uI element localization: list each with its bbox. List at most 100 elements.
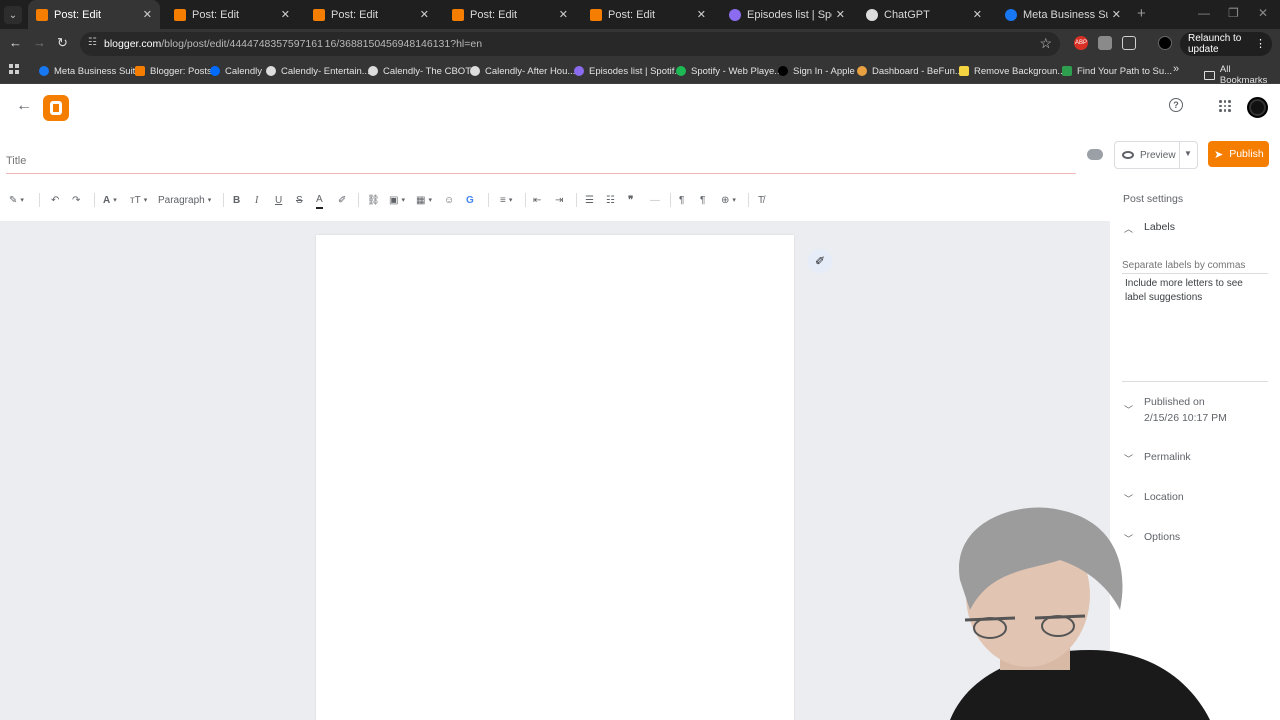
- bookmark-calendly-entertain[interactable]: Calendly- Entertain...: [266, 64, 370, 78]
- meta-favicon-icon: [1005, 8, 1017, 21]
- font-size-icon[interactable]: тT ▾: [130, 191, 147, 209]
- permalink-section-toggle[interactable]: ﹀ Permalink: [1124, 451, 1270, 465]
- emoji-icon[interactable]: ☺: [444, 191, 454, 209]
- published-on-label: Published on: [1144, 396, 1205, 408]
- reload-icon[interactable]: ↻: [57, 35, 68, 51]
- publish-button[interactable]: ➤ Publish: [1208, 141, 1269, 167]
- horizontal-rule-icon[interactable]: —: [650, 191, 660, 209]
- quote-icon[interactable]: ❞: [628, 191, 633, 209]
- compose-mode-icon[interactable]: ✎ ▾: [9, 191, 24, 209]
- new-tab-plus-icon[interactable]: +: [1137, 5, 1146, 22]
- close-icon[interactable]: ✕: [973, 8, 982, 21]
- back-icon[interactable]: ←: [9, 35, 22, 50]
- link-icon[interactable]: ⛓: [367, 191, 380, 209]
- google-apps-icon[interactable]: [1219, 100, 1231, 112]
- tab-spotify-episodes[interactable]: Episodes list | Spotify for ✕: [721, 0, 853, 29]
- language-globe-icon[interactable]: ⊕ ▾: [721, 191, 736, 209]
- font-family-icon[interactable]: A ▾: [103, 191, 117, 209]
- cloud-saved-icon: [1087, 149, 1103, 160]
- bookmark-befunky[interactable]: Dashboard - BeFun...: [857, 64, 963, 78]
- bookmark-spotify-web-player[interactable]: Spotify - Web Playe...: [676, 64, 782, 78]
- italic-icon[interactable]: I: [255, 191, 258, 209]
- align-icon[interactable]: ≡ ▾: [500, 191, 512, 209]
- extensions-puzzle-icon[interactable]: [1122, 36, 1136, 50]
- back-arrow-icon[interactable]: ←: [16, 97, 32, 115]
- rtl-direction-icon[interactable]: ¶: [700, 191, 705, 209]
- kebab-menu-icon[interactable]: ⋮: [1255, 37, 1266, 50]
- published-on-section-toggle[interactable]: ﹀ Published on 2/15/26 10:17 PM: [1124, 394, 1270, 426]
- bookmark-spotify-episodes[interactable]: Episodes list | Spotif...: [574, 64, 682, 78]
- labels-input[interactable]: [1122, 258, 1268, 274]
- tab-post-edit-3[interactable]: Post: Edit ✕: [305, 0, 437, 29]
- bookmarks-overflow-icon[interactable]: »: [1173, 63, 1179, 75]
- close-icon[interactable]: ✕: [143, 8, 152, 21]
- indent-decrease-icon[interactable]: ⇤: [533, 191, 541, 209]
- webcam-presenter-overlay: [950, 507, 1210, 720]
- account-avatar[interactable]: [1247, 97, 1268, 118]
- video-icon[interactable]: ▦ ▾: [416, 191, 432, 209]
- bookmark-star-icon[interactable]: ☆: [1039, 35, 1052, 52]
- bookmark-blogger-posts[interactable]: Blogger: Posts: [135, 64, 212, 78]
- window-close-icon[interactable]: ✕: [1258, 6, 1268, 20]
- profile-icon[interactable]: [1158, 36, 1172, 50]
- blogger-logo-icon[interactable]: [43, 95, 69, 121]
- tab-post-edit-4[interactable]: Post: Edit ✕: [444, 0, 576, 29]
- shield-extension-icon[interactable]: [1098, 36, 1112, 50]
- clear-formatting-icon[interactable]: T̸: [758, 191, 764, 209]
- bookmark-calendly[interactable]: Calendly: [210, 64, 262, 78]
- forward-icon[interactable]: →: [33, 35, 46, 50]
- bookmark-calendly-cbot[interactable]: Calendly- The CBOT...: [368, 64, 478, 78]
- close-icon[interactable]: ✕: [420, 8, 429, 21]
- tab-chatgpt[interactable]: ChatGPT ✕: [858, 0, 990, 29]
- close-icon[interactable]: ✕: [281, 8, 290, 21]
- preview-dropdown-icon[interactable]: ▼: [1184, 149, 1192, 158]
- close-icon[interactable]: ✕: [559, 8, 568, 21]
- address-bar[interactable]: ☷ blogger.com/blog/post/edit/44447483575…: [80, 32, 1060, 56]
- close-icon[interactable]: ✕: [836, 8, 845, 21]
- maximize-icon[interactable]: ❐: [1228, 6, 1239, 20]
- preview-button[interactable]: Preview ▼: [1114, 141, 1198, 169]
- bookmark-find-your-path[interactable]: Find Your Path to Su...: [1062, 64, 1172, 78]
- redo-icon[interactable]: ↷: [72, 191, 80, 209]
- undo-icon[interactable]: ↶: [51, 191, 59, 209]
- image-icon[interactable]: ▣ ▾: [389, 191, 405, 209]
- close-icon[interactable]: ✕: [1112, 8, 1121, 21]
- numbered-list-icon[interactable]: ☷: [606, 191, 615, 209]
- minimize-icon[interactable]: —: [1198, 6, 1210, 20]
- relaunch-button[interactable]: Relaunch to update ⋮: [1180, 32, 1272, 56]
- post-body-editor[interactable]: [316, 235, 794, 720]
- labels-section-toggle[interactable]: ︿ Labels: [1124, 221, 1270, 235]
- tab-meta-business[interactable]: Meta Business Suite ✕: [997, 0, 1129, 29]
- post-title-input[interactable]: [6, 148, 1076, 174]
- paragraph-style-dropdown[interactable]: Paragraph ▾: [158, 191, 211, 209]
- tab-post-edit-2[interactable]: Post: Edit ✕: [166, 0, 298, 29]
- send-icon: ➤: [1214, 148, 1224, 161]
- magic-wand-icon[interactable]: ✐: [808, 249, 832, 273]
- underline-icon[interactable]: U: [275, 191, 282, 209]
- tab-post-edit-1[interactable]: Post: Edit ✕: [28, 0, 160, 29]
- indent-increase-icon[interactable]: ⇥: [555, 191, 563, 209]
- google-search-icon[interactable]: G: [466, 191, 474, 209]
- browser-toolbar: ← → ↻ ☷ blogger.com/blog/post/edit/44447…: [0, 29, 1280, 59]
- url-host: blogger.com: [104, 38, 162, 50]
- bookmark-apple-sign-in[interactable]: Sign In - Apple: [778, 64, 855, 78]
- all-bookmarks-button[interactable]: All Bookmarks: [1204, 64, 1280, 86]
- bulleted-list-icon[interactable]: ☰: [585, 191, 594, 209]
- help-icon[interactable]: ?: [1169, 98, 1183, 112]
- highlight-icon[interactable]: ✐: [338, 191, 346, 209]
- spotify-creators-favicon-icon: [729, 8, 741, 21]
- strikethrough-icon[interactable]: S: [296, 191, 303, 209]
- bookmark-meta-business[interactable]: Meta Business Suite: [39, 64, 141, 78]
- tab-post-edit-5[interactable]: Post: Edit ✕: [582, 0, 714, 29]
- adblock-extension-icon[interactable]: ABP: [1074, 36, 1088, 50]
- bookmark-calendly-after-hours[interactable]: Calendly- After Hou...: [470, 64, 575, 78]
- text-color-icon[interactable]: A: [316, 191, 323, 209]
- close-icon[interactable]: ✕: [697, 8, 706, 21]
- apps-grid-icon[interactable]: [9, 64, 19, 74]
- ltr-direction-icon[interactable]: ¶: [679, 191, 684, 209]
- bold-icon[interactable]: B: [233, 191, 240, 209]
- bookmark-remove-background[interactable]: Remove Backgroun...: [959, 64, 1065, 78]
- tab-search-icon[interactable]: ⌄: [4, 6, 22, 24]
- editor-toolbar: ✎ ▾ ↶ ↷ A ▾ тT ▾ Paragraph ▾ B I U S A ✐ ⛓ ▣…: [0, 189, 1110, 211]
- site-info-icon[interactable]: ☷: [88, 37, 100, 49]
